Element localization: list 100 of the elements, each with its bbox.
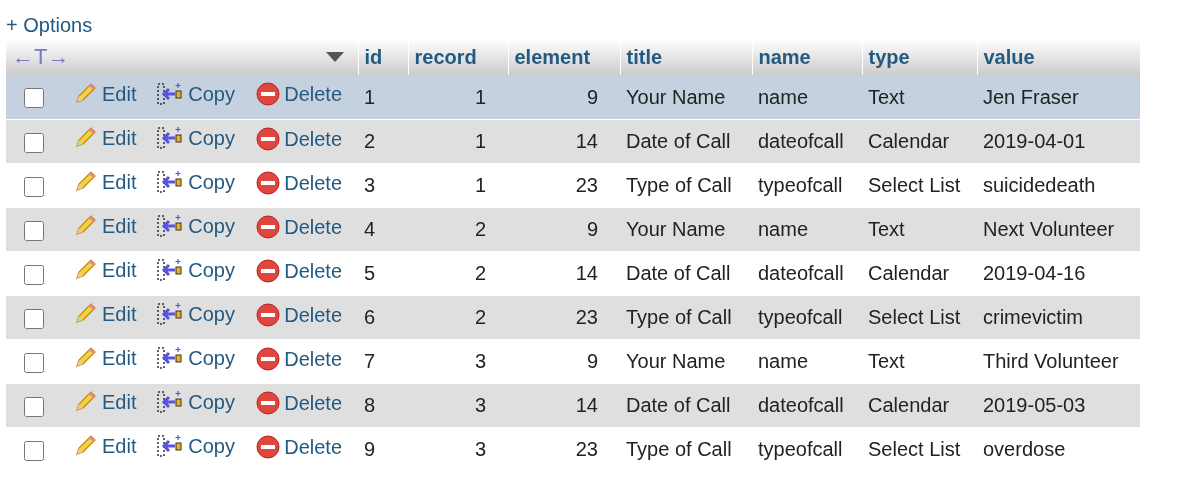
delete-icon: [256, 126, 281, 151]
copy-link[interactable]: Copy: [156, 123, 235, 153]
copy-icon: [156, 301, 185, 327]
table-row[interactable]: Edit Copy Delete 2 1 14 Date of Call dateofcall Calendar 2019-04-01: [6, 119, 1140, 163]
row-checkbox[interactable]: [24, 308, 44, 329]
table-cell: Date of Call: [626, 130, 731, 152]
delete-link[interactable]: Delete: [256, 387, 342, 418]
table-cell: 2: [474, 262, 486, 284]
table-cell: 23: [575, 306, 598, 328]
column-header-link[interactable]: type: [868, 46, 910, 68]
table-cell: 2019-05-03: [983, 394, 1086, 416]
copy-icon: [156, 345, 185, 371]
table-cell: 23: [575, 174, 598, 196]
copy-link[interactable]: Copy: [156, 431, 235, 461]
column-header-link[interactable]: id: [364, 46, 383, 68]
delete-link[interactable]: Delete: [256, 211, 342, 242]
delete-icon: [256, 214, 281, 239]
table-cell: Text: [868, 218, 905, 240]
table-cell: 6: [364, 306, 376, 328]
edit-link[interactable]: Edit: [72, 123, 137, 153]
delete-icon: [256, 258, 281, 283]
column-header-link[interactable]: record: [414, 46, 477, 68]
table-cell: Your Name: [626, 218, 726, 240]
delete-link[interactable]: Delete: [256, 299, 342, 330]
column-header-link[interactable]: title: [626, 46, 663, 68]
copy-icon: [156, 169, 185, 195]
table-cell: typeofcall: [758, 174, 843, 196]
delete-icon: [256, 434, 281, 459]
column-header-link[interactable]: element: [514, 46, 591, 68]
table-cell: Calendar: [868, 130, 950, 152]
table-cell: 2019-04-01: [983, 130, 1086, 152]
table-cell: 3: [474, 394, 486, 416]
row-checkbox[interactable]: [24, 264, 44, 285]
delete-link[interactable]: Delete: [256, 255, 342, 286]
copy-link[interactable]: Copy: [156, 167, 235, 197]
copy-link[interactable]: Copy: [156, 78, 235, 109]
table-cell: dateofcall: [758, 130, 844, 152]
row-checkbox[interactable]: [24, 220, 44, 241]
delete-link[interactable]: Delete: [256, 167, 342, 198]
delete-icon: [256, 170, 281, 195]
row-checkbox[interactable]: [24, 132, 44, 153]
table-cell: Date of Call: [626, 394, 731, 416]
table-cell: 2: [364, 130, 376, 152]
edit-link[interactable]: Edit: [72, 255, 137, 285]
table-cell: Type of Call: [626, 174, 732, 196]
table-cell: 1: [474, 130, 486, 152]
copy-link[interactable]: Copy: [156, 387, 235, 417]
delete-link[interactable]: Delete: [256, 123, 342, 154]
dropdown-triangle-icon[interactable]: [325, 52, 344, 62]
delete-icon: [256, 390, 281, 415]
table-row[interactable]: Edit Copy Delete 8 3 14 Date of Call dateofcall Calendar 2019-05-03: [6, 383, 1140, 427]
table-cell: 3: [364, 174, 376, 196]
delete-link[interactable]: Delete: [256, 431, 342, 462]
edit-link[interactable]: Edit: [72, 78, 137, 109]
table-cell: 14: [575, 262, 598, 284]
highlighted-row[interactable]: Edit Copy Delete 1 1 9 Your Name name Text Jen Fraser: [6, 75, 1140, 119]
delete-icon: [256, 82, 281, 107]
copy-icon: [156, 389, 185, 415]
column-resize-arrows[interactable]: ←T→: [12, 44, 70, 70]
table-cell: 8: [364, 394, 376, 416]
copy-icon: [156, 80, 185, 107]
row-checkbox[interactable]: [24, 88, 44, 109]
row-checkbox[interactable]: [24, 440, 44, 461]
table-cell: 3: [474, 350, 486, 372]
table-cell: Type of Call: [626, 438, 732, 460]
table-cell: 7: [364, 350, 376, 372]
table-cell: Calendar: [868, 394, 950, 416]
copy-link[interactable]: Copy: [156, 255, 235, 285]
copy-icon: [156, 125, 185, 151]
table-cell: Text: [868, 85, 905, 108]
delete-link[interactable]: Delete: [256, 79, 342, 110]
table-cell: 1: [474, 85, 486, 108]
table-cell: Next Volunteer: [983, 218, 1115, 240]
table-cell: Select List: [868, 174, 961, 196]
edit-link[interactable]: Edit: [72, 431, 137, 461]
table-cell: 14: [575, 130, 598, 152]
table-cell: typeofcall: [758, 438, 843, 460]
table-cell: 5: [364, 262, 376, 284]
copy-icon: [156, 433, 185, 459]
row-checkbox[interactable]: [24, 396, 44, 417]
table-cell: 1: [474, 174, 486, 196]
row-checkbox[interactable]: [24, 176, 44, 197]
edit-link[interactable]: Edit: [72, 211, 137, 241]
column-header-link[interactable]: name: [758, 46, 811, 68]
edit-link[interactable]: Edit: [72, 299, 137, 329]
edit-link[interactable]: Edit: [72, 343, 137, 373]
options-link[interactable]: + Options: [6, 12, 1200, 38]
table-cell: 9: [586, 350, 598, 372]
column-header-link[interactable]: value: [983, 46, 1035, 68]
edit-link[interactable]: Edit: [72, 387, 137, 417]
edit-link[interactable]: Edit: [72, 167, 137, 197]
copy-link[interactable]: Copy: [156, 299, 235, 329]
copy-link[interactable]: Copy: [156, 211, 235, 241]
table-cell: Text: [868, 350, 905, 372]
row-checkbox[interactable]: [24, 352, 44, 373]
table-cell: 4: [364, 218, 376, 240]
table-cell: 9: [364, 438, 376, 460]
table-cell: 9: [586, 218, 598, 240]
delete-link[interactable]: Delete: [256, 343, 342, 374]
copy-link[interactable]: Copy: [156, 343, 235, 373]
